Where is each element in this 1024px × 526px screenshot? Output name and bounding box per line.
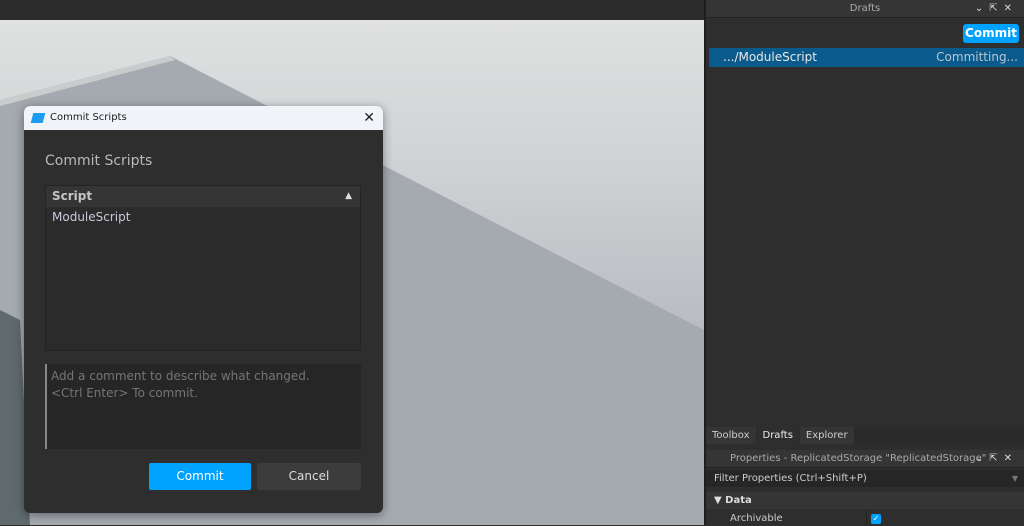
- archivable-checkbox[interactable]: ✓: [871, 514, 881, 524]
- commit-scripts-dialog: Commit Scripts ✕ Commit Scripts Script ▲ M…: [24, 106, 383, 513]
- collapse-icon[interactable]: ⌄: [975, 3, 989, 14]
- top-bar: [0, 0, 704, 20]
- tab-toolbox[interactable]: Toolbox: [706, 427, 756, 444]
- column-separator: [866, 509, 867, 526]
- filter-properties-input[interactable]: Filter Properties (Ctrl+Shift+P) ▼: [706, 470, 1024, 487]
- dialog-heading: Commit Scripts: [45, 153, 153, 169]
- drafts-commit-button[interactable]: Commit: [963, 24, 1019, 43]
- filter-placeholder: Filter Properties (Ctrl+Shift+P): [714, 473, 867, 484]
- table-row[interactable]: ModuleScript: [46, 207, 360, 228]
- dialog-window-title: Commit Scripts: [50, 112, 127, 123]
- commit-button[interactable]: Commit: [149, 463, 251, 490]
- draft-name: .../ModuleScript: [723, 50, 817, 64]
- close-icon[interactable]: ✕: [363, 106, 375, 130]
- scripts-table: Script ▲ ModuleScript: [45, 185, 361, 351]
- dropdown-icon[interactable]: ▼: [1012, 470, 1018, 487]
- comment-input[interactable]: [45, 364, 361, 449]
- dialog-title-bar: Commit Scripts ✕: [24, 106, 383, 130]
- section-data[interactable]: ▼ Data: [706, 492, 1024, 509]
- roblox-studio-logo-icon: [30, 113, 46, 123]
- draft-status: Committing...: [936, 50, 1018, 64]
- section-label: Data: [725, 495, 752, 506]
- tab-explorer[interactable]: Explorer: [799, 427, 854, 444]
- property-name: Archivable: [730, 513, 783, 524]
- properties-title: Properties - ReplicatedStorage "Replicat…: [730, 453, 987, 464]
- properties-panel: Properties - ReplicatedStorage "Replicat…: [706, 450, 1024, 526]
- cancel-button[interactable]: Cancel: [257, 463, 361, 490]
- undock-icon[interactable]: ⇱: [989, 453, 1003, 464]
- drafts-header: Drafts ⌄⇱✕: [706, 0, 1024, 18]
- sort-ascending-icon: ▲: [345, 191, 352, 201]
- close-icon[interactable]: ✕: [1004, 3, 1018, 14]
- undock-icon[interactable]: ⇱: [989, 3, 1003, 14]
- close-icon[interactable]: ✕: [1004, 453, 1018, 464]
- drafts-title: Drafts: [849, 3, 881, 14]
- panel-tabs: Toolbox Drafts Explorer: [706, 427, 1024, 444]
- properties-header: Properties - ReplicatedStorage "Replicat…: [706, 450, 1024, 468]
- expand-icon: ▼: [714, 495, 726, 506]
- drafts-panel: Drafts ⌄⇱✕ Commit .../ModuleScript Commit…: [706, 0, 1024, 526]
- tab-drafts[interactable]: Drafts: [756, 427, 799, 444]
- collapse-icon[interactable]: ⌄: [975, 453, 989, 464]
- column-label: Script: [52, 189, 93, 203]
- column-header-script[interactable]: Script ▲: [46, 186, 360, 207]
- draft-item[interactable]: .../ModuleScript Committing...: [709, 48, 1024, 67]
- property-row: Archivable ✓: [706, 509, 1024, 526]
